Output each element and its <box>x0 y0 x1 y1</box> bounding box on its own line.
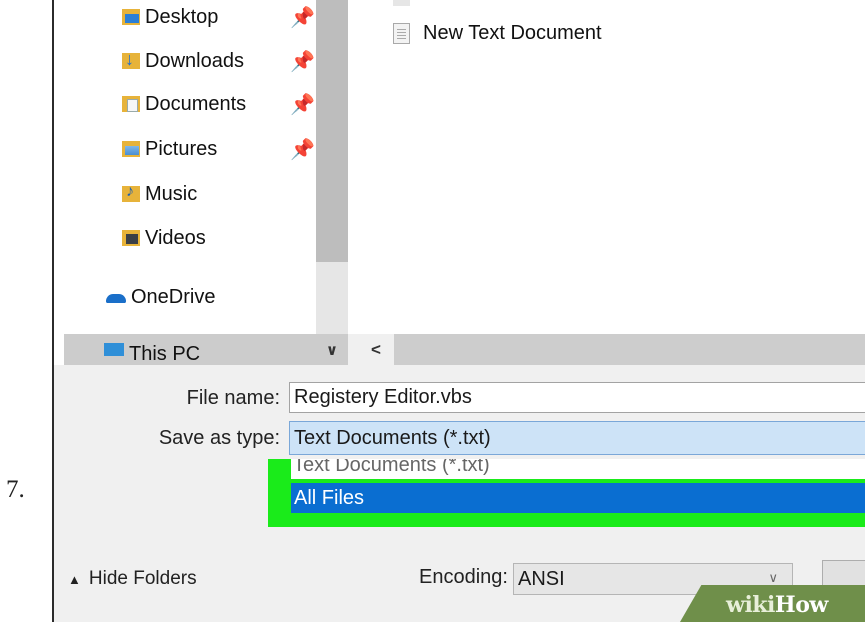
pin-icon[interactable]: 📌 <box>290 89 315 119</box>
scroll-down-icon[interactable]: ∨ <box>316 334 348 365</box>
save-as-type-dropdown-list: Text Documents (*.txt) All Files <box>268 459 865 527</box>
music-folder-icon <box>122 183 140 202</box>
this-pc-icon <box>104 343 124 356</box>
nav-item-label: This PC <box>129 343 201 365</box>
save-as-dialog: Desktop 📌 Downloads 📌 Documents 📌 Pictur… <box>52 0 865 622</box>
pin-icon[interactable]: 📌 <box>290 46 315 76</box>
dropdown-option-text-documents[interactable]: Text Documents (*.txt) <box>291 459 865 479</box>
text-document-icon <box>393 23 410 44</box>
nav-item-label: OneDrive <box>131 285 216 308</box>
nav-item-downloads[interactable]: Downloads <box>122 46 244 76</box>
nav-item-videos[interactable]: Videos <box>122 223 206 253</box>
nav-item-label: Music <box>145 182 198 205</box>
downloads-folder-icon <box>122 49 140 70</box>
nav-item-label: Videos <box>145 226 206 249</box>
navigation-pane: Desktop 📌 Downloads 📌 Documents 📌 Pictur… <box>54 0 356 365</box>
horizontal-scrollbar[interactable]: < <box>348 334 865 365</box>
dropdown-option-all-files[interactable]: All Files <box>291 483 865 513</box>
documents-folder-icon <box>122 96 140 112</box>
onedrive-cloud-icon <box>104 291 126 303</box>
nav-item-this-pc[interactable]: This PC <box>104 337 200 365</box>
horizontal-scrollbar-thumb[interactable] <box>394 334 865 365</box>
step-number: 7. <box>6 476 25 503</box>
nav-item-desktop[interactable]: Desktop <box>122 2 218 32</box>
save-as-type-select[interactable]: Text Documents (*.txt) <box>289 421 865 455</box>
file-item-label: New Text Document <box>423 22 602 44</box>
nav-item-pictures[interactable]: Pictures <box>122 134 217 164</box>
pin-icon[interactable]: 📌 <box>290 134 315 164</box>
save-as-type-label: Save as type: <box>158 427 280 449</box>
nav-item-label: Pictures <box>145 137 218 160</box>
pictures-folder-icon <box>122 141 140 157</box>
videos-folder-icon <box>122 230 140 246</box>
partial-file-icon <box>393 0 410 6</box>
chevron-down-icon: ∨ <box>768 570 778 585</box>
nav-item-documents[interactable]: Documents <box>122 89 246 119</box>
file-item-new-text-document[interactable]: New Text Document <box>393 22 602 45</box>
wikihow-watermark: wikiHow <box>726 592 828 618</box>
encoding-label: Encoding: <box>419 566 508 588</box>
nav-item-label: Downloads <box>145 49 244 72</box>
file-list-pane: New Text Document <box>348 0 865 334</box>
nav-item-label: Documents <box>145 92 247 115</box>
nav-scrollbar-thumb[interactable] <box>316 0 348 262</box>
encoding-value: ANSI <box>518 567 565 590</box>
desktop-folder-icon <box>122 9 140 25</box>
file-name-input[interactable]: Registery Editor.vbs <box>289 382 865 413</box>
nav-item-onedrive[interactable]: OneDrive <box>104 282 215 312</box>
file-name-label: File name: <box>186 387 280 409</box>
nav-item-label: Desktop <box>145 5 219 28</box>
nav-item-music[interactable]: Music <box>122 179 197 209</box>
scroll-left-icon[interactable]: < <box>364 334 388 365</box>
pin-icon[interactable]: 📌 <box>290 2 315 32</box>
